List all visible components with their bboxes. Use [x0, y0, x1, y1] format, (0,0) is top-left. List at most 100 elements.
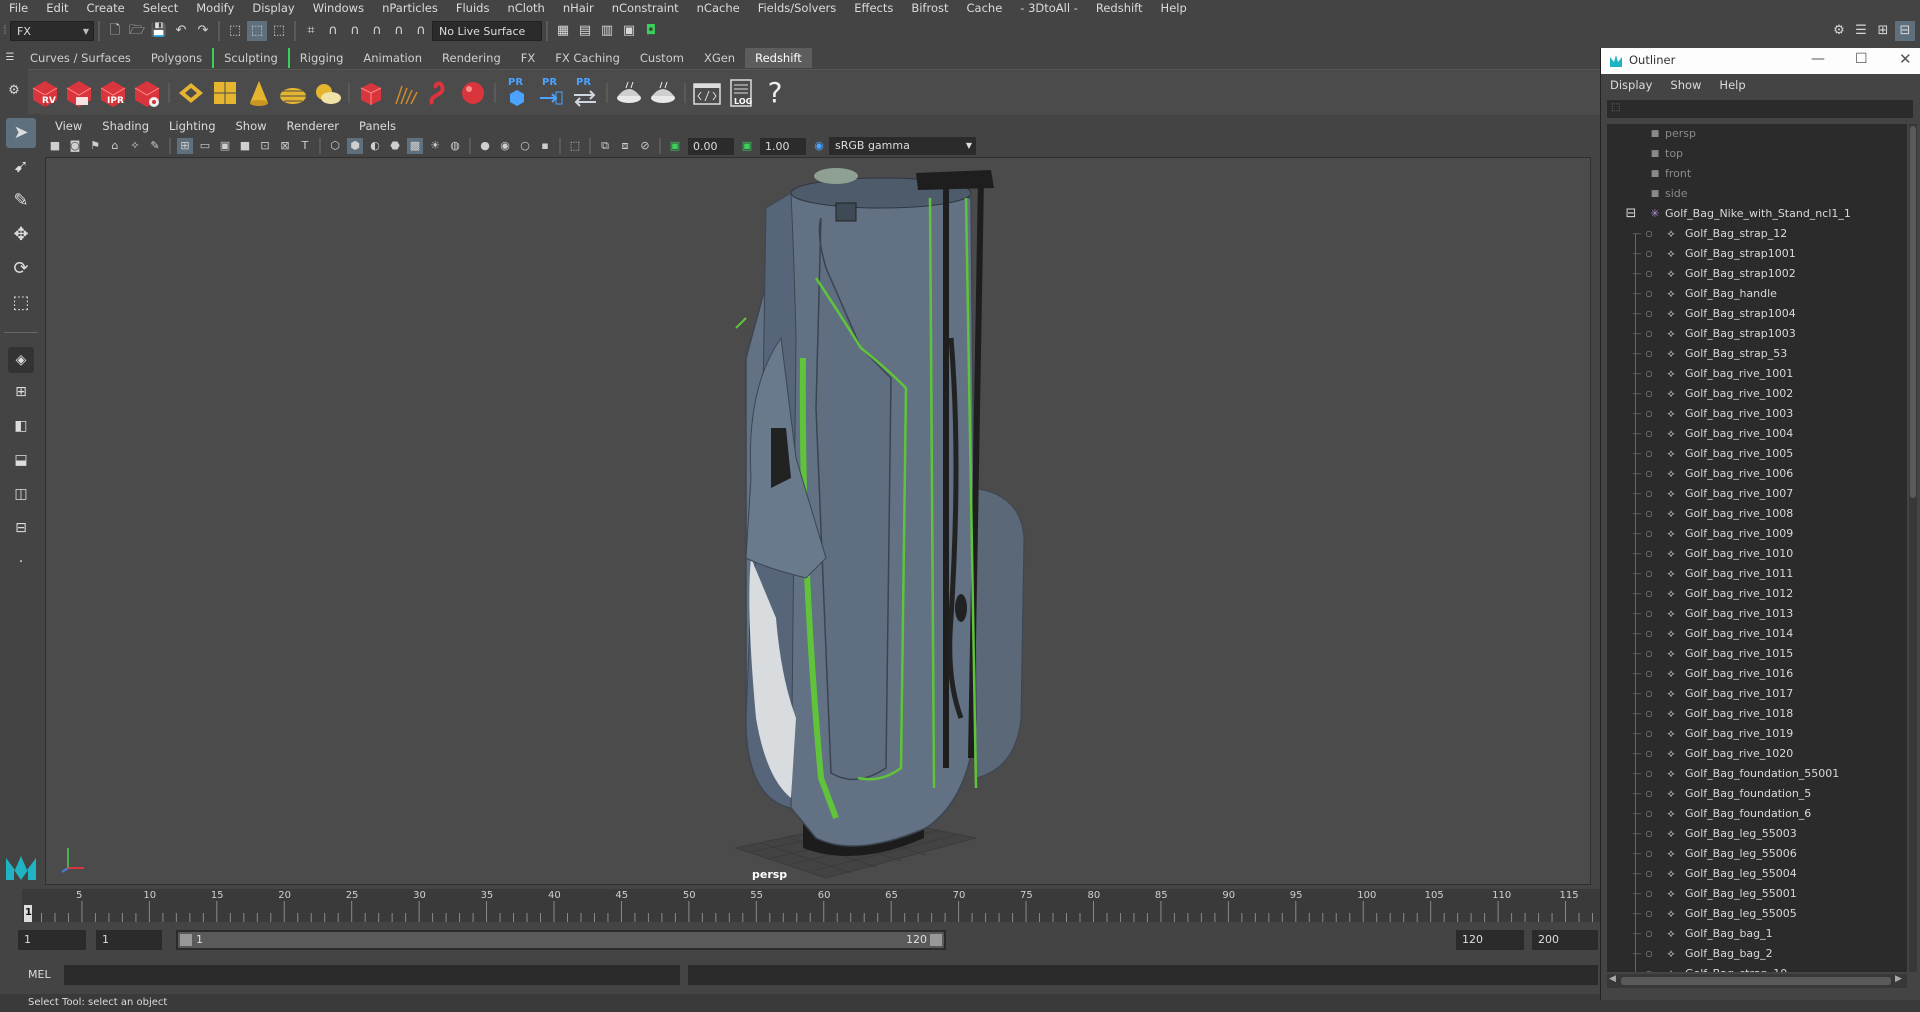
- menu-edit[interactable]: Edit: [37, 0, 77, 17]
- outliner-item-mesh[interactable]: — ○ ⟡ Golf_Bag_leg_55001: [1607, 884, 1907, 904]
- expand-dot-icon[interactable]: ○: [1641, 924, 1657, 944]
- snap-view-plane-icon[interactable]: ∩: [367, 21, 387, 41]
- panel-menu-renderer[interactable]: Renderer: [277, 118, 350, 135]
- tool-settings-icon[interactable]: ⊞: [1873, 21, 1893, 41]
- panel-menu-show[interactable]: Show: [226, 118, 277, 135]
- tab-rigging[interactable]: Rigging: [287, 48, 354, 68]
- close-icon[interactable]: ✕: [1899, 50, 1912, 68]
- wireframe-icon[interactable]: ⬡: [327, 138, 343, 154]
- select-by-component-icon[interactable]: ⬚: [269, 21, 289, 41]
- gear-icon[interactable]: ⚙: [4, 81, 24, 101]
- menu-set-dropdown[interactable]: FX ▼: [10, 21, 94, 41]
- expand-dot-icon[interactable]: ○: [1641, 824, 1657, 844]
- scrollbar-thumb[interactable]: [1910, 126, 1916, 498]
- shelf-menu-icon[interactable]: ☰: [1, 48, 19, 68]
- redshift-render-settings-icon[interactable]: [132, 76, 162, 110]
- expand-dot-icon[interactable]: ○: [1641, 344, 1657, 364]
- redshift-ipr-icon[interactable]: IPR: [98, 76, 128, 110]
- render-view-icon[interactable]: ▤: [575, 21, 595, 41]
- menu-nconstraint[interactable]: nConstraint: [603, 0, 688, 17]
- image-plane-icon[interactable]: ⌂: [107, 138, 123, 154]
- select-tool-icon[interactable]: ➤: [6, 118, 36, 148]
- expand-dot-icon[interactable]: ○: [1641, 544, 1657, 564]
- redshift-proxy-import-icon[interactable]: PR: [536, 76, 566, 110]
- menu-3dtoall[interactable]: - 3DtoAll -: [1011, 0, 1087, 17]
- expand-dot-icon[interactable]: ○: [1641, 704, 1657, 724]
- expand-dot-icon[interactable]: ○: [1641, 364, 1657, 384]
- scene-start-field[interactable]: 1: [18, 930, 86, 950]
- expand-dot-icon[interactable]: ○: [1641, 244, 1657, 264]
- expand-dot-icon[interactable]: ○: [1641, 784, 1657, 804]
- rotate-tool-icon[interactable]: ⟳: [6, 254, 36, 284]
- paint-select-tool-icon[interactable]: ✎: [6, 186, 36, 216]
- outliner-item-mesh[interactable]: — ○ ⟡ Golf_bag_rive_1017: [1607, 684, 1907, 704]
- undo-icon[interactable]: ↶: [171, 21, 191, 41]
- move-tool-icon[interactable]: ✥: [6, 220, 36, 250]
- expand-dot-icon[interactable]: ○: [1641, 324, 1657, 344]
- outliner-menu-display[interactable]: Display: [1601, 75, 1661, 95]
- redshift-area-light-icon[interactable]: [210, 76, 240, 110]
- outliner-item-group[interactable]: ⊟ ✳ Golf_Bag_Nike_with_Stand_ncl1_1: [1607, 204, 1907, 224]
- menu-ncloth[interactable]: nCloth: [498, 0, 553, 17]
- hscrollbar-thumb[interactable]: [1621, 977, 1891, 985]
- range-end-grip[interactable]: [930, 934, 942, 946]
- expand-dot-icon[interactable]: ○: [1641, 584, 1657, 604]
- expand-dot-icon[interactable]: ○: [1641, 564, 1657, 584]
- expand-dot-icon[interactable]: ○: [1641, 444, 1657, 464]
- expand-dot-icon[interactable]: ○: [1641, 644, 1657, 664]
- gamma-icon[interactable]: ▣: [739, 138, 755, 154]
- outliner-horizontal-scrollbar[interactable]: ◀ ▶: [1607, 974, 1907, 988]
- xray-joints-icon[interactable]: ⊘: [637, 138, 653, 154]
- tab-curves-surfaces[interactable]: Curves / Surfaces: [20, 48, 141, 68]
- select-camera-icon[interactable]: ■: [47, 138, 63, 154]
- redshift-sun-sky-icon[interactable]: [312, 76, 342, 110]
- more-layouts-icon[interactable]: ·: [6, 547, 36, 577]
- expand-dot-icon[interactable]: ○: [1641, 624, 1657, 644]
- persp-outliner-layout-icon[interactable]: ◧: [6, 411, 36, 441]
- playback-start-field[interactable]: 1: [96, 930, 162, 950]
- redshift-script-icon[interactable]: [692, 76, 722, 110]
- menu-bifrost[interactable]: Bifrost: [902, 0, 957, 17]
- snap-live-icon[interactable]: ∩: [411, 21, 431, 41]
- lasso-tool-icon[interactable]: ➹: [6, 152, 36, 182]
- redshift-render-region-icon[interactable]: [64, 76, 94, 110]
- tab-polygons[interactable]: Polygons: [141, 48, 212, 68]
- screen-space-ao-icon[interactable]: ●: [477, 138, 493, 154]
- outliner-item-mesh[interactable]: — ○ ⟡ Golf_Bag_strap_53: [1607, 344, 1907, 364]
- expand-dot-icon[interactable]: ○: [1641, 884, 1657, 904]
- expand-dot-icon[interactable]: ○: [1641, 944, 1657, 964]
- safe-action-icon[interactable]: ⊠: [277, 138, 293, 154]
- grid-toggle-icon[interactable]: ⊞: [177, 138, 193, 154]
- menu-redshift[interactable]: Redshift: [1087, 0, 1152, 17]
- tab-xgen[interactable]: XGen: [694, 48, 745, 68]
- persp-graph-layout-icon[interactable]: ⬓: [6, 445, 36, 475]
- render-settings-icon[interactable]: ▦: [553, 21, 573, 41]
- snap-grid-icon[interactable]: ⌗: [301, 21, 321, 41]
- new-scene-icon[interactable]: 🗋: [105, 21, 125, 41]
- redshift-log-icon[interactable]: LOG: [726, 76, 756, 110]
- bookmark-icon[interactable]: ⚑: [87, 138, 103, 154]
- outliner-item-mesh[interactable]: — ○ ⟡ Golf_bag_rive_1006: [1607, 464, 1907, 484]
- attribute-editor-icon[interactable]: ☰: [1851, 21, 1871, 41]
- help-icon[interactable]: ?: [760, 76, 790, 110]
- redshift-volume-icon[interactable]: [356, 76, 386, 110]
- expand-dot-icon[interactable]: ○: [1641, 224, 1657, 244]
- expand-dot-icon[interactable]: ○: [1641, 764, 1657, 784]
- expand-dot-icon[interactable]: ○: [1641, 864, 1657, 884]
- tab-animation[interactable]: Animation: [353, 48, 432, 68]
- tab-fx[interactable]: FX: [511, 48, 546, 68]
- expand-dot-icon[interactable]: ○: [1641, 424, 1657, 444]
- gamma-field[interactable]: 1.00: [760, 137, 806, 155]
- menu-fields-solvers[interactable]: Fields/Solvers: [749, 0, 846, 17]
- snap-surface-icon[interactable]: ∩: [389, 21, 409, 41]
- menu-windows[interactable]: Windows: [304, 0, 373, 17]
- menu-file[interactable]: File: [0, 0, 37, 17]
- perspective-viewport[interactable]: [45, 157, 1591, 885]
- expand-dot-icon[interactable]: ○: [1641, 844, 1657, 864]
- redshift-spot-light-icon[interactable]: [244, 76, 274, 110]
- outliner-item-mesh[interactable]: — ○ ⟡ Golf_Bag_foundation_5: [1607, 784, 1907, 804]
- outliner-item-mesh[interactable]: — ○ ⟡ Golf_Bag_strap_12: [1607, 224, 1907, 244]
- outliner-item-mesh[interactable]: — ○ ⟡ Golf_bag_rive_1013: [1607, 604, 1907, 624]
- isolate-select-icon[interactable]: ⬚: [567, 138, 583, 154]
- menu-effects[interactable]: Effects: [845, 0, 902, 17]
